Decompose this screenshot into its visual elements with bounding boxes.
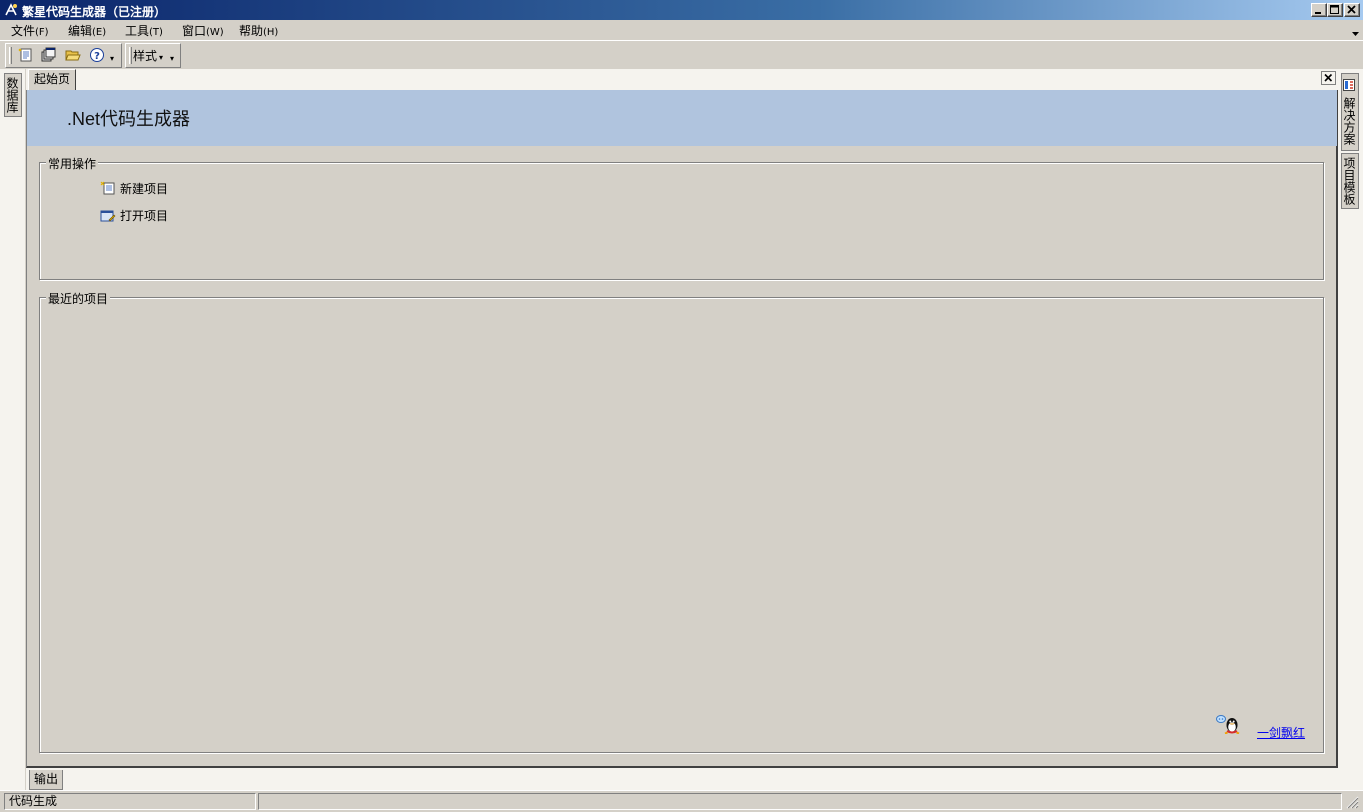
resize-grip-icon[interactable] (1345, 795, 1359, 812)
new-project-icon (100, 181, 115, 195)
menu-tools[interactable]: 工具(T) (120, 23, 168, 39)
menu-edit-label: 编辑 (68, 24, 93, 38)
help-button[interactable]: ? (86, 45, 108, 66)
close-icon (1321, 71, 1336, 85)
title-bar[interactable]: 繁星代码生成器（已注册） (0, 0, 1363, 20)
maximize-icon (1330, 5, 1339, 14)
maximize-button[interactable] (1327, 3, 1343, 17)
menu-window-accel: (W) (206, 27, 224, 38)
menu-overflow-chevron-icon[interactable] (1352, 26, 1359, 40)
menu-window[interactable]: 窗口(W) (177, 23, 229, 39)
new-project-label: 新建项目 (120, 182, 169, 196)
status-panel-secondary (258, 793, 1342, 810)
menu-file-label: 文件 (11, 24, 36, 38)
menu-help[interactable]: 帮助(H) (234, 23, 283, 39)
window-title: 繁星代码生成器（已注册） (22, 5, 167, 19)
new-project-button[interactable] (14, 45, 36, 66)
status-text: 代码生成 (4, 793, 256, 810)
toolbar-grip[interactable] (9, 47, 12, 64)
style-overflow-chevron-icon[interactable]: ▾ (170, 54, 174, 63)
document-tab-strip: 起始页 (26, 69, 1338, 90)
style-label: 样式 (133, 49, 158, 63)
status-bar: 代码生成 (0, 790, 1363, 811)
recent-projects-list (48, 312, 1313, 712)
copy-windows-button[interactable] (38, 45, 60, 66)
tab-solution[interactable]: 解决方案 (1341, 73, 1359, 151)
toolbar: ? ▾ 样式 ▾ ▾ (0, 41, 1363, 69)
toolbar-style: 样式 ▾ ▾ (125, 43, 181, 68)
banner-title: .Net代码生成器 (67, 109, 191, 129)
tab-project-template[interactable]: 项目模板 (1341, 153, 1359, 209)
toolbar-standard: ? ▾ (5, 43, 122, 68)
open-project-icon (100, 210, 116, 222)
menu-edit-accel: (E) (92, 27, 107, 38)
style-chevron-down-icon: ▾ (159, 53, 164, 62)
menu-file[interactable]: 文件(F) (6, 23, 54, 39)
tab-solution-label: 解决方案 (1342, 96, 1356, 145)
new-project-link[interactable]: 新建项目 (100, 180, 168, 197)
toolbar-style-grip[interactable] (129, 47, 132, 64)
open-project-label: 打开项目 (120, 209, 169, 223)
open-project-link[interactable]: 打开项目 (100, 207, 168, 224)
help-dropdown-chevron-icon[interactable]: ▾ (110, 54, 114, 63)
left-dock-strip: 数据库 (0, 69, 26, 791)
menu-edit[interactable]: 编辑(E) (63, 23, 111, 39)
menu-help-accel: (H) (263, 27, 279, 38)
bottom-dock-strip: 输出 (26, 768, 1338, 790)
menu-bar: 文件(F) 编辑(E) 工具(T) 窗口(W) 帮助(H) (0, 20, 1363, 41)
start-page: .Net代码生成器 常用操作 新建项目 打开项目 最近的项目 一剑飘红 (26, 90, 1338, 768)
start-page-banner: .Net代码生成器 (27, 90, 1337, 146)
minimize-icon (1315, 12, 1321, 14)
document-close-button[interactable] (1321, 71, 1336, 85)
common-operations-legend: 常用操作 (46, 155, 99, 172)
tab-database[interactable]: 数据库 (4, 73, 22, 117)
tab-project-template-label: 项目模板 (1342, 157, 1356, 205)
open-folder-icon (65, 50, 81, 61)
app-icon (3, 2, 19, 18)
menu-help-label: 帮助 (239, 24, 264, 38)
open-folder-button[interactable] (62, 45, 84, 66)
common-operations-group: 常用操作 新建项目 打开项目 (39, 155, 1324, 280)
svg-text:?: ? (94, 51, 100, 62)
help-icon: ? (90, 48, 104, 62)
copy-windows-icon (41, 47, 56, 62)
recent-projects-group: 最近的项目 一剑飘红 (39, 290, 1324, 753)
menu-file-accel: (F) (35, 27, 49, 38)
recent-projects-legend: 最近的项目 (46, 290, 111, 307)
right-dock-strip: 解决方案 项目模板 (1338, 69, 1363, 791)
close-button[interactable] (1344, 3, 1360, 17)
new-project-icon (18, 48, 32, 62)
tab-output[interactable]: 输出 (29, 770, 64, 790)
solution-icon (1343, 79, 1355, 92)
tab-database-label: 数据库 (5, 77, 19, 113)
close-icon (1347, 5, 1356, 14)
qq-chat-icon[interactable] (1216, 714, 1242, 737)
tab-output-label: 输出 (34, 772, 59, 786)
tab-start-page-label: 起始页 (34, 72, 71, 86)
author-link[interactable]: 一剑飘红 (1257, 724, 1305, 741)
menu-window-label: 窗口 (182, 24, 207, 38)
tab-start-page[interactable]: 起始页 (28, 69, 77, 90)
menu-tools-label: 工具 (125, 24, 150, 38)
minimize-button[interactable] (1311, 3, 1327, 17)
menu-tools-accel: (T) (149, 27, 163, 38)
style-dropdown-button[interactable]: 样式 ▾ (133, 47, 163, 65)
